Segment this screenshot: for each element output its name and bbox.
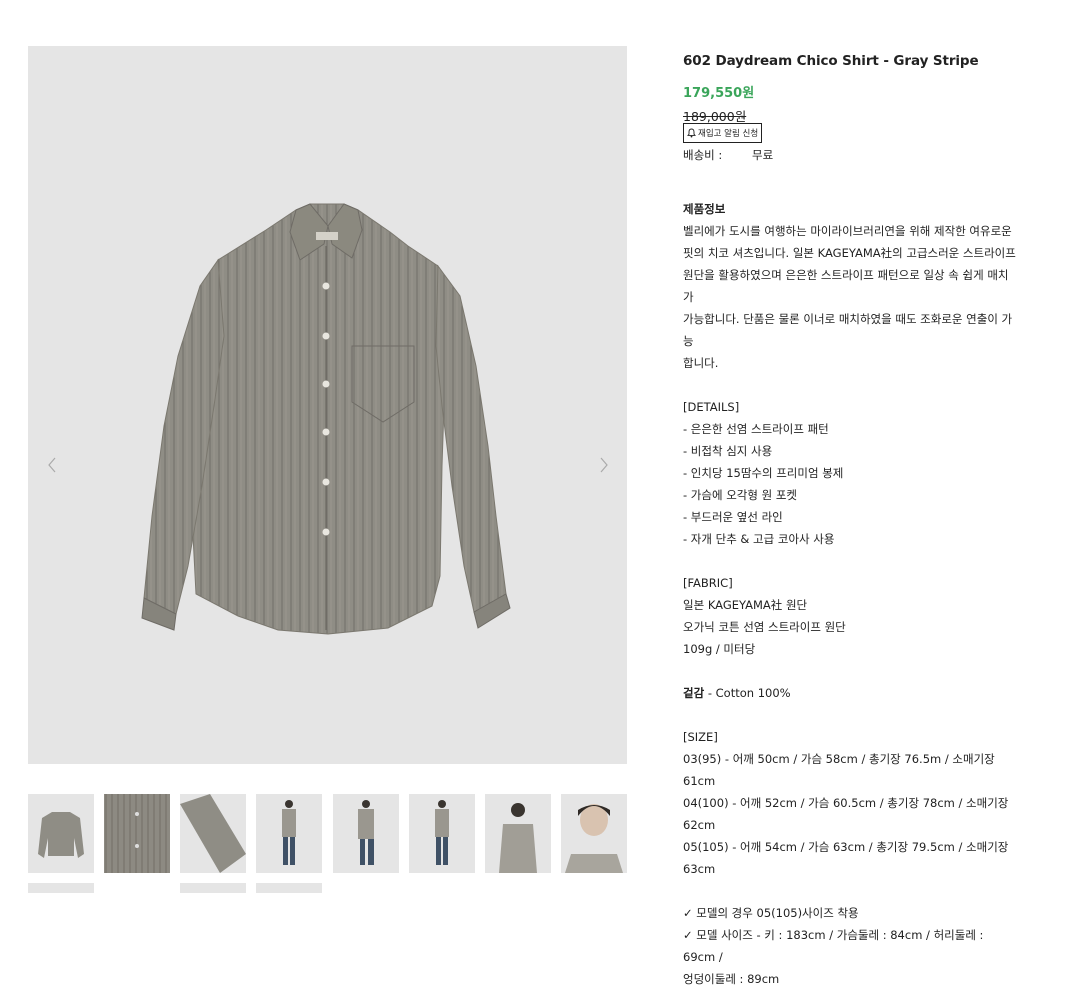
- thumbnail-fabric-detail[interactable]: [104, 794, 170, 873]
- shipping-value: 무료: [752, 148, 774, 162]
- product-main-image[interactable]: [28, 46, 627, 764]
- model-thumb-image: [565, 804, 623, 873]
- fabric-item: 오가닉 코튼 선염 스트라이프 원단: [683, 620, 846, 634]
- restock-alert-button[interactable]: 재입고 알림 신청: [683, 123, 763, 143]
- size-line: 62cm: [683, 818, 716, 832]
- restock-alert-label: 재입고 알림 신청: [698, 129, 759, 139]
- info-line: 핏의 치코 셔츠입니다. 일본 KAGEYAMA社의 고급스러운 스트라이프: [683, 246, 1016, 260]
- model-line: ✓ 모델 사이즈 - 키 : 183cm / 가슴둘레 : 84cm / 허리둘…: [683, 928, 984, 964]
- model-thumb-image: [435, 800, 449, 865]
- info-line: 벨리에가 도시를 여행하는 마이라이브러리연을 위해 제작한 여유로운: [683, 224, 1012, 238]
- thumbnail-model-back[interactable]: [409, 794, 475, 873]
- chevron-right-icon: [600, 457, 608, 473]
- material-row: 겉감 - Cotton 100%: [683, 682, 1019, 704]
- next-image-button[interactable]: [594, 451, 614, 479]
- sale-price: 179,550원: [683, 86, 755, 101]
- thumbnail-model-upper[interactable]: [485, 794, 551, 873]
- info-line: 합니다.: [683, 356, 719, 370]
- fabric-thumb-image: [104, 794, 170, 873]
- fabric-item: 일본 KAGEYAMA社 원단: [683, 598, 808, 612]
- size-line: 05(105) - 어깨 54cm / 가슴 63cm / 총기장 79.5cm…: [683, 840, 1009, 854]
- thumbnail-extra[interactable]: [28, 883, 94, 893]
- thumbnail-shirt-front[interactable]: [28, 794, 94, 873]
- product-title: 602 Daydream Chico Shirt - Gray Stripe: [683, 53, 979, 69]
- thumbnail-model-front[interactable]: [256, 794, 322, 873]
- thumbnail-strip: [28, 794, 628, 894]
- thumbnail-cuff-detail[interactable]: [180, 794, 246, 873]
- shirt-thumb-image: [38, 812, 84, 858]
- model-thumb-image: [499, 803, 537, 873]
- fabric-item: 109g / 미터당: [683, 642, 756, 656]
- prev-image-button[interactable]: [42, 451, 62, 479]
- shipping-row: 배송비 : 무료: [683, 147, 773, 163]
- details-item: - 가슴에 오각형 원 포켓: [683, 488, 797, 502]
- thumbnail-extra[interactable]: [180, 883, 246, 893]
- size-line: 03(95) - 어깨 50cm / 가슴 58cm / 총기장 76.5m /…: [683, 752, 995, 788]
- fabric-heading: [FABRIC]: [683, 576, 733, 590]
- model-thumb-image: [282, 800, 296, 865]
- thumbnail-extra[interactable]: [256, 883, 322, 893]
- info-heading: 제품정보: [683, 202, 726, 216]
- details-item: - 부드러운 옆선 라인: [683, 510, 783, 524]
- thumbnail-model-face[interactable]: [561, 794, 627, 873]
- details-item: - 은은한 선염 스트라이프 패턴: [683, 422, 829, 436]
- model-line: 엉덩이둘레 : 89cm: [683, 972, 780, 986]
- chevron-left-icon: [48, 457, 56, 473]
- bell-icon: [687, 128, 696, 138]
- info-line: 원단을 활용하였으며 은은한 스트라이프 패턴으로 일상 속 쉽게 매치가: [683, 268, 1009, 304]
- details-item: - 비접착 심지 사용: [683, 444, 773, 458]
- details-item: - 인치당 15땀수의 프리미엄 봉제: [683, 466, 844, 480]
- size-heading: [SIZE]: [683, 730, 718, 744]
- details-item: - 자개 단추 & 고급 코아사 사용: [683, 532, 835, 546]
- material-label: 겉감: [683, 686, 705, 700]
- cuff-thumb-image: [180, 794, 246, 873]
- details-heading: [DETAILS]: [683, 400, 740, 414]
- thumbnail-model-side[interactable]: [333, 794, 399, 873]
- model-line: ✓ 모델의 경우 05(105)사이즈 착용: [683, 906, 859, 920]
- info-line: 가능합니다. 단품은 물론 이너로 매치하였을 때도 조화로운 연출이 가능: [683, 312, 1013, 348]
- size-line: 63cm: [683, 862, 716, 876]
- size-line: 04(100) - 어깨 52cm / 가슴 60.5cm / 총기장 78cm…: [683, 796, 1009, 810]
- material-value: - Cotton 100%: [704, 686, 791, 700]
- gray-stripe-shirt-image: [141, 203, 511, 635]
- shipping-label: 배송비 :: [683, 148, 723, 162]
- model-thumb-image: [358, 800, 374, 865]
- product-description: 제품정보 벨리에가 도시를 여행하는 마이라이브러리연을 위해 제작한 여유로운…: [683, 198, 1019, 990]
